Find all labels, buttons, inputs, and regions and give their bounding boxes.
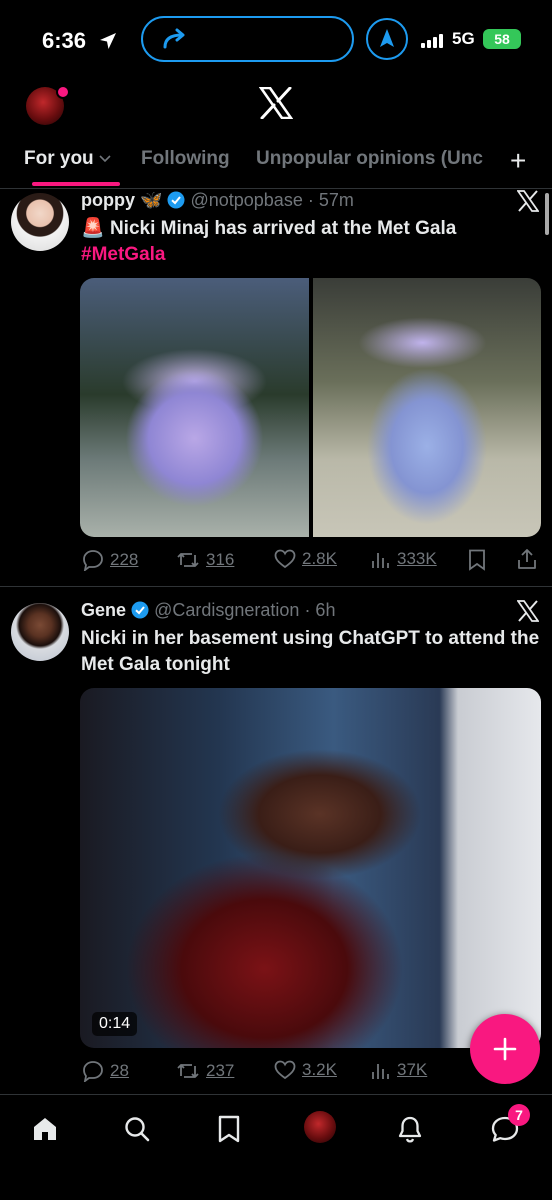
tweet-handle[interactable]: @notpopbase: [190, 190, 302, 210]
tweet-avatar[interactable]: [11, 603, 69, 661]
reply-count: 28: [110, 1061, 129, 1080]
bookmarks-icon[interactable]: [217, 1115, 241, 1143]
bookmark-icon: [469, 549, 485, 571]
views-count: 37K: [397, 1060, 428, 1079]
add-tab-button[interactable]: +: [510, 145, 526, 177]
video-duration: 0:14: [92, 1012, 138, 1036]
views-chart-icon: [372, 553, 389, 568]
x-close-icon[interactable]: [517, 190, 539, 212]
tweet-body: Nicki in her basement using ChatGPT to a…: [81, 628, 540, 675]
battery-level: 58: [494, 31, 510, 47]
heart-icon: [274, 549, 296, 569]
repost-count: 237: [206, 1061, 235, 1080]
tweet-text: 🚨 Nicki Minaj has arrived at the Met Gal…: [81, 216, 536, 268]
bookmark-button[interactable]: [468, 549, 486, 571]
tweet-handle[interactable]: @Cardisgneration: [154, 600, 299, 620]
reply-icon: [83, 1061, 103, 1082]
reply-button[interactable]: 228: [82, 549, 138, 571]
repost-count: 316: [206, 550, 235, 569]
tweet-author-name[interactable]: Gene: [81, 600, 126, 620]
repost-icon: [177, 1064, 199, 1078]
compose-post-button[interactable]: [470, 1014, 540, 1084]
verified-badge-icon: [131, 601, 149, 619]
messages-badge: 7: [508, 1104, 530, 1126]
reply-icon: [83, 550, 103, 571]
like-count: 3.2K: [302, 1060, 337, 1079]
reply-count: 228: [110, 550, 139, 569]
siren-emoji: 🚨: [81, 218, 105, 239]
tweet-header: poppy 🦋 @notpopbase · 57m: [81, 190, 354, 211]
tweet-time: · 57m: [307, 190, 354, 210]
home-icon[interactable]: [31, 1115, 59, 1143]
tweet-author-name[interactable]: poppy: [81, 190, 135, 210]
like-button[interactable]: 2.8K: [274, 549, 337, 569]
tweet-header: Gene @Cardisgneration · 6h: [81, 600, 335, 621]
media-photo-1[interactable]: [80, 278, 309, 537]
share-arrow-icon: [162, 28, 190, 50]
views-chart-icon: [372, 1064, 389, 1079]
hashtag-link[interactable]: #MetGala: [81, 244, 165, 265]
share-button[interactable]: [517, 548, 537, 570]
butterfly-emoji: 🦋: [140, 190, 163, 210]
profile-avatar[interactable]: [304, 1111, 336, 1143]
tweet-divider: [0, 586, 552, 587]
plus-icon: [493, 1037, 517, 1061]
battery-icon: 58: [483, 29, 521, 49]
views-button[interactable]: 333K: [371, 549, 437, 569]
bottom-navigation: [0, 1094, 552, 1200]
like-count: 2.8K: [302, 549, 337, 568]
share-icon: [518, 549, 536, 569]
views-button[interactable]: 37K: [371, 1060, 427, 1080]
tab-following[interactable]: Following: [141, 148, 230, 170]
active-tab-indicator: [32, 182, 120, 186]
x-close-icon[interactable]: [517, 600, 539, 622]
x-logo-icon[interactable]: [259, 87, 293, 119]
verified-badge-icon: [167, 191, 185, 209]
views-count: 333K: [397, 549, 437, 568]
repost-icon: [177, 553, 199, 567]
status-time: 6:36: [42, 28, 87, 53]
notifications-icon[interactable]: [396, 1115, 424, 1143]
network-type: 5G: [452, 29, 475, 48]
chevron-down-icon: [99, 155, 111, 163]
tweet-avatar[interactable]: [11, 193, 69, 251]
repost-button[interactable]: 237: [176, 1060, 234, 1082]
heart-icon: [274, 1060, 296, 1080]
media-photo-2[interactable]: [313, 278, 541, 537]
tab-for-you[interactable]: For you: [24, 148, 111, 170]
scrollbar[interactable]: [545, 193, 549, 235]
tweet-video[interactable]: [80, 688, 541, 1048]
tab-label: For you: [24, 148, 94, 169]
repost-button[interactable]: 316: [176, 549, 234, 571]
tweet-media-gallery[interactable]: [80, 278, 541, 537]
tweet-body: Nicki Minaj has arrived at the Met Gala: [109, 218, 457, 239]
navigation-icon[interactable]: [366, 18, 408, 60]
location-arrow-icon: [98, 31, 118, 51]
tweet-time: · 6h: [304, 600, 336, 620]
reply-button[interactable]: 28: [82, 1060, 129, 1082]
notification-dot: [56, 85, 70, 99]
tab-unpopular-opinions[interactable]: Unpopular opinions (Unc: [256, 148, 486, 170]
signal-bars-icon: [421, 34, 445, 48]
search-icon[interactable]: [123, 1115, 151, 1143]
like-button[interactable]: 3.2K: [274, 1060, 337, 1080]
